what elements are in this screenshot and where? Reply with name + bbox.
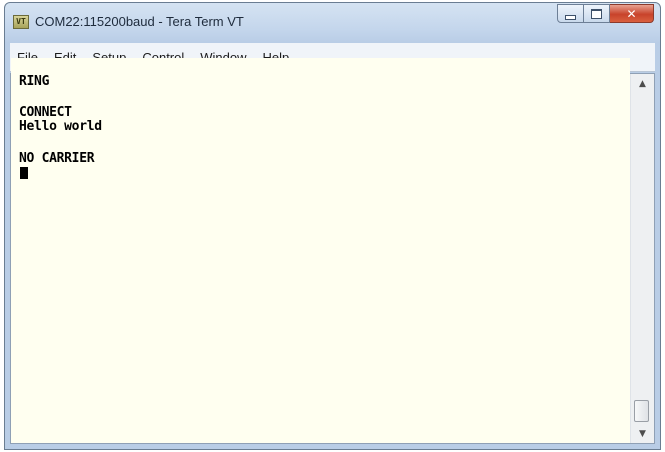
text-cursor bbox=[20, 167, 28, 179]
terminal-line: CONNECT bbox=[19, 105, 72, 120]
window-controls: ✕ bbox=[557, 4, 654, 24]
terminal-client-area: RING CONNECT Hello world NO CARRIER ▲ ▼ bbox=[10, 58, 655, 444]
scroll-up-arrow-icon[interactable]: ▲ bbox=[631, 75, 654, 92]
title-bar[interactable]: VT COM22:115200baud - Tera Term VT ✕ bbox=[5, 3, 660, 43]
terminal-line: NO CARRIER bbox=[19, 151, 95, 166]
tera-term-app-icon[interactable]: VT bbox=[13, 15, 29, 29]
terminal-line: Hello world bbox=[19, 119, 102, 134]
close-icon: ✕ bbox=[626, 6, 637, 21]
window-title: COM22:115200baud - Tera Term VT bbox=[35, 14, 244, 29]
minimize-button[interactable] bbox=[557, 4, 584, 23]
terminal-screen[interactable]: RING CONNECT Hello world NO CARRIER bbox=[11, 58, 630, 443]
maximize-button[interactable] bbox=[584, 4, 610, 23]
scroll-down-arrow-icon[interactable]: ▼ bbox=[631, 425, 654, 442]
close-button[interactable]: ✕ bbox=[610, 4, 654, 23]
minimize-icon bbox=[565, 14, 576, 20]
scrollbar-thumb[interactable] bbox=[634, 400, 649, 422]
tera-term-window: VT COM22:115200baud - Tera Term VT ✕ Fil… bbox=[4, 2, 661, 450]
terminal-line: RING bbox=[19, 74, 50, 89]
vertical-scrollbar[interactable]: ▲ ▼ bbox=[630, 74, 654, 443]
maximize-icon bbox=[591, 8, 602, 19]
